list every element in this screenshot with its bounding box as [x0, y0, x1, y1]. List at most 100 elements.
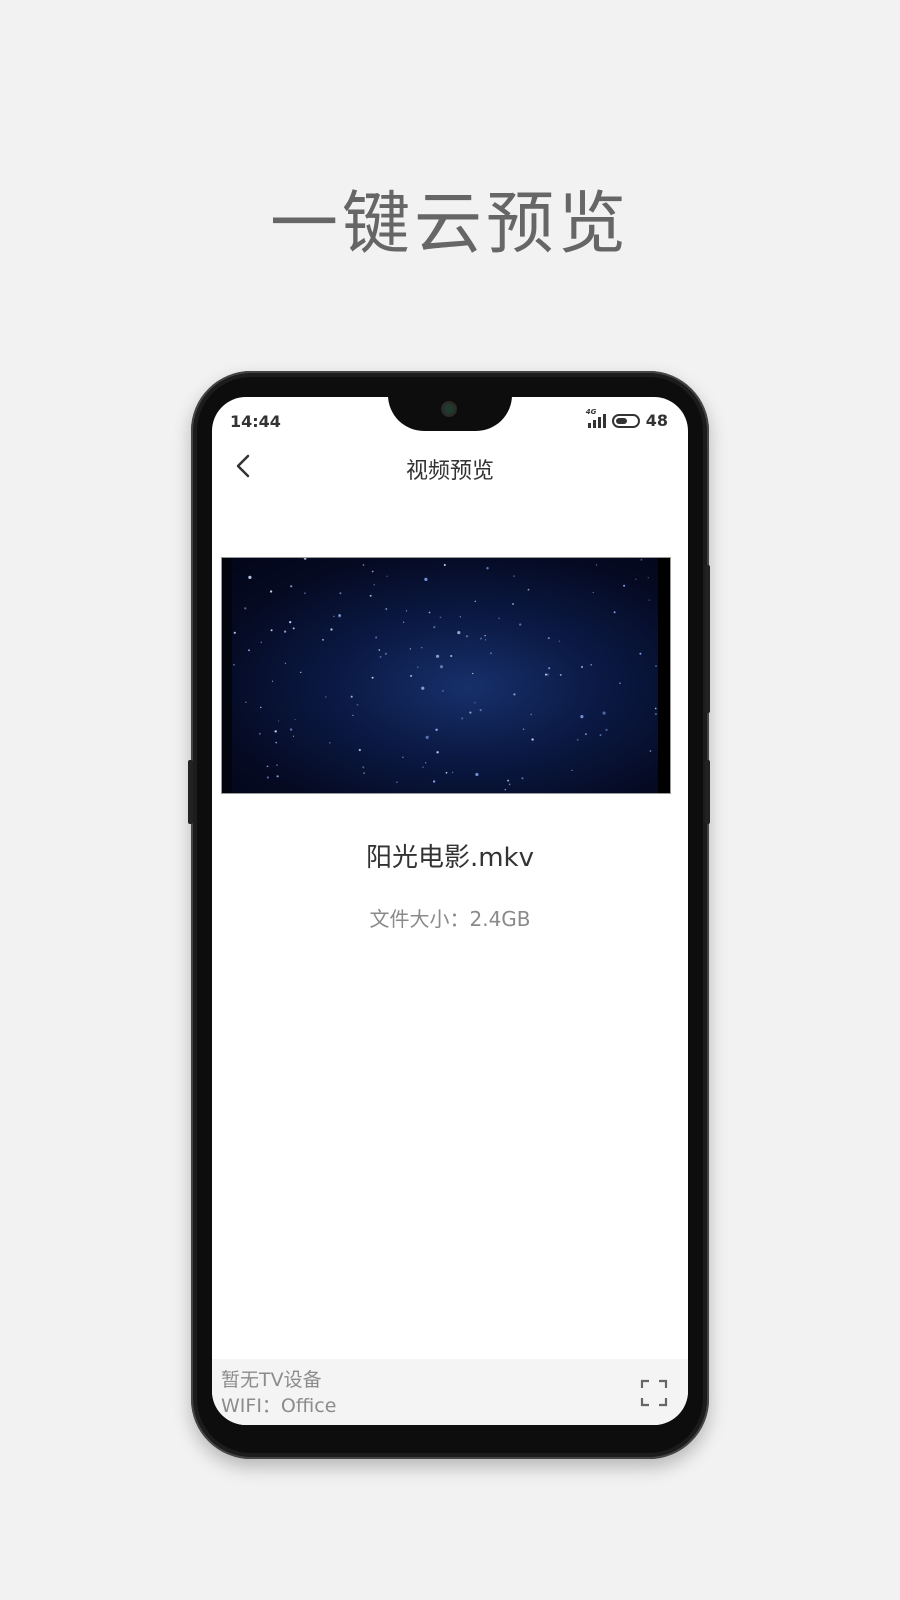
- star: [304, 558, 307, 560]
- star: [428, 611, 431, 614]
- star: [284, 662, 287, 665]
- star: [489, 652, 492, 655]
- star: [436, 751, 439, 754]
- star: [531, 738, 534, 741]
- star: [271, 680, 274, 682]
- star: [422, 766, 424, 768]
- star: [439, 665, 444, 669]
- star: [548, 667, 551, 670]
- tv-connection-bar[interactable]: 暂无TV设备 WIFI：Office: [212, 1359, 688, 1425]
- network-type: 4G: [585, 407, 597, 416]
- star: [479, 708, 482, 712]
- star: [299, 671, 302, 674]
- star: [378, 649, 381, 651]
- star: [590, 664, 592, 666]
- star: [258, 732, 261, 735]
- status-icons: 4G 48: [586, 408, 668, 431]
- tv-status-text: 暂无TV设备: [221, 1369, 322, 1391]
- star: [465, 635, 469, 638]
- star: [276, 764, 278, 766]
- battery-icon: [611, 413, 640, 428]
- star: [260, 641, 263, 644]
- star: [379, 655, 382, 658]
- star: [269, 590, 273, 593]
- star: [498, 617, 500, 619]
- star: [277, 720, 280, 722]
- star: [480, 637, 482, 640]
- star: [386, 575, 388, 577]
- wifi-name: WIFI：Office: [221, 1395, 337, 1417]
- star: [580, 665, 584, 669]
- star: [486, 567, 489, 570]
- star: [640, 558, 643, 561]
- star: [435, 728, 438, 731]
- star: [421, 686, 425, 690]
- star: [266, 765, 269, 768]
- star: [519, 623, 522, 626]
- star: [527, 588, 530, 591]
- star: [576, 738, 579, 741]
- star: [474, 702, 476, 704]
- star: [329, 742, 331, 744]
- star: [474, 600, 477, 603]
- star: [461, 717, 464, 720]
- star: [508, 783, 511, 786]
- star: [371, 570, 374, 573]
- star: [356, 703, 359, 706]
- star: [648, 599, 650, 601]
- signal-icon: 4G: [586, 408, 606, 428]
- star: [450, 654, 453, 658]
- star: [403, 621, 405, 623]
- star: [375, 636, 378, 639]
- star: [484, 635, 486, 637]
- volume-button-left: [188, 760, 193, 824]
- star: [513, 693, 516, 696]
- star: [289, 620, 292, 624]
- star: [369, 594, 372, 597]
- star: [647, 577, 649, 579]
- video-player[interactable]: [221, 557, 671, 794]
- star: [322, 638, 324, 641]
- notch: [388, 397, 512, 431]
- star: [294, 718, 296, 721]
- star: [290, 585, 293, 588]
- star: [304, 592, 306, 594]
- star: [417, 666, 419, 668]
- file-name: 阳光电影.mkv: [365, 843, 535, 873]
- star: [266, 776, 270, 779]
- star: [402, 756, 404, 758]
- star: [384, 652, 388, 655]
- star: [602, 711, 606, 715]
- star: [504, 788, 507, 791]
- star: [472, 672, 474, 675]
- star: [283, 630, 287, 633]
- star: [425, 762, 427, 764]
- star: [248, 649, 250, 652]
- star: [605, 728, 608, 732]
- star: [546, 673, 549, 676]
- star: [292, 735, 295, 737]
- star: [521, 777, 524, 780]
- star: [248, 575, 252, 579]
- fullscreen-button[interactable]: [640, 1379, 668, 1407]
- star: [405, 610, 408, 612]
- star: [373, 584, 375, 586]
- star: [233, 664, 235, 666]
- star: [522, 728, 525, 731]
- star: [484, 639, 487, 641]
- star: [654, 713, 657, 716]
- star: [530, 713, 532, 716]
- star: [433, 626, 436, 629]
- star: [396, 781, 398, 784]
- star: [292, 627, 295, 630]
- star: [424, 577, 428, 581]
- star: [363, 772, 365, 774]
- star: [244, 607, 247, 610]
- nav-bar: 视频预览: [212, 441, 688, 491]
- file-size: 文件大小：2.4GB: [369, 907, 531, 931]
- star: [439, 616, 442, 619]
- star: [635, 578, 637, 580]
- star: [333, 615, 335, 618]
- star: [420, 646, 423, 649]
- star: [592, 591, 594, 594]
